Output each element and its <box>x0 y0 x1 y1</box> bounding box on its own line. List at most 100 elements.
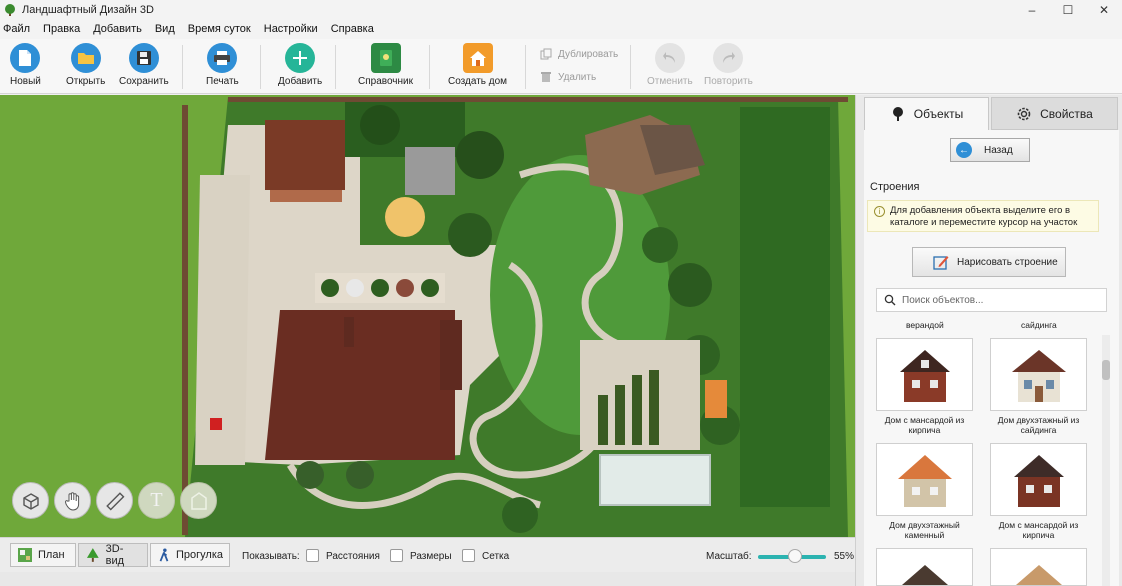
close-button[interactable]: ✕ <box>1086 0 1122 19</box>
catalog-scrollbar[interactable] <box>1102 335 1110 586</box>
toolbar-divider <box>429 45 430 89</box>
duplicate-icon <box>540 48 552 60</box>
menu-help[interactable]: Справка <box>331 23 374 35</box>
catalog-item-caption: Дом двухэтажный из сайдинга <box>997 415 1080 435</box>
save-button[interactable]: Сохранить <box>119 43 169 87</box>
toolbar-divider <box>630 45 631 89</box>
draw-building-label: Нарисовать строение <box>957 256 1058 268</box>
create-house-button[interactable]: Создать дом <box>448 43 507 87</box>
hint-text: Для добавления объекта выделите его в ка… <box>890 205 1078 228</box>
building-icon <box>190 491 207 510</box>
redo-icon <box>713 43 744 73</box>
undo-icon <box>654 43 685 73</box>
catalog-item-caption: Дом двухэтажный каменный <box>889 520 960 540</box>
delete-button[interactable]: Удалить <box>540 71 596 83</box>
text-icon: T <box>150 489 163 511</box>
hint-box: i Для добавления объекта выделите его в … <box>867 200 1099 232</box>
reference-label: Справочник <box>358 76 413 87</box>
house-thumbnail <box>990 548 1087 586</box>
catalog-panel: Объекты Свойства ← Назад Строения i Для … <box>855 95 1122 586</box>
title-bar: Ландшафтный Дизайн 3D – ☐ ✕ <box>0 0 1122 19</box>
pencil-icon <box>933 256 949 270</box>
catalog-item[interactable] <box>990 548 1087 586</box>
distances-checkbox[interactable] <box>306 549 319 562</box>
house-thumbnail <box>876 548 973 586</box>
toolbar-divider <box>182 45 183 89</box>
tree-3d-icon <box>86 548 99 562</box>
undo-button[interactable]: Отменить <box>647 43 693 87</box>
tree-icon <box>892 107 903 121</box>
back-button[interactable]: ← Назад <box>950 138 1030 162</box>
scale-value: 55% <box>834 551 855 562</box>
3d-view-button[interactable]: 3D-вид <box>78 543 148 567</box>
new-label: Новый <box>10 76 41 87</box>
tab-properties[interactable]: Свойства <box>991 97 1118 130</box>
catalog-body: ← Назад Строения i Для добавления объект… <box>864 130 1119 586</box>
menu-settings[interactable]: Настройки <box>264 23 318 35</box>
rotate-view-button[interactable] <box>12 482 49 519</box>
catalog-item-caption: Дом с мансардой из кирпича <box>884 415 965 435</box>
catalog-item[interactable] <box>876 548 973 586</box>
redo-label: Повторить <box>704 76 753 87</box>
tab-objects[interactable]: Объекты <box>864 97 989 130</box>
back-label: Назад <box>984 144 1013 156</box>
reference-button[interactable]: Справочник <box>358 43 413 87</box>
toolbar-divider <box>335 45 336 89</box>
ruler-button[interactable] <box>96 482 133 519</box>
new-button[interactable]: Новый <box>10 43 41 87</box>
draw-building-button[interactable]: Нарисовать строение <box>912 247 1066 277</box>
toolbar-divider <box>260 45 261 89</box>
grid-checkbox[interactable] <box>462 549 475 562</box>
redo-button[interactable]: Повторить <box>704 43 753 87</box>
tab-objects-label: Объекты <box>913 107 964 121</box>
duplicate-label: Дублировать <box>558 48 619 60</box>
plus-icon <box>285 43 316 73</box>
print-button[interactable]: Печать <box>206 43 239 87</box>
minimize-button[interactable]: – <box>1014 0 1050 19</box>
menu-file[interactable]: Файл <box>3 23 30 35</box>
3d-view-label: 3D-вид <box>105 543 125 567</box>
open-label: Открыть <box>66 76 106 87</box>
toolbar: Новый Открыть Сохранить Печать Добавить … <box>0 39 1122 94</box>
house-thumbnail <box>990 443 1087 516</box>
printer-icon <box>207 43 238 73</box>
scale-label: Масштаб: <box>706 551 752 562</box>
toolbar-divider <box>525 45 526 89</box>
catalog-scroll-thumb[interactable] <box>1102 360 1110 380</box>
text-tool-button[interactable]: T <box>138 482 175 519</box>
menu-bar: Файл Правка Добавить Вид Время суток Нас… <box>0 19 1122 39</box>
catalog-caption: сайдинга <box>1021 320 1057 330</box>
catalog-item[interactable]: Дом двухэтажный каменный <box>876 443 973 540</box>
open-button[interactable]: Открыть <box>66 43 105 87</box>
catalog-item[interactable]: Дом с мансардой из кирпича <box>990 443 1087 540</box>
section-title: Строения <box>870 181 920 193</box>
search-box[interactable] <box>876 288 1107 312</box>
search-input[interactable] <box>902 294 1092 306</box>
undo-label: Отменить <box>647 76 693 87</box>
building-tool-button[interactable] <box>180 482 217 519</box>
garden-3d-view[interactable]: T <box>0 95 855 537</box>
add-button[interactable]: Добавить <box>278 43 322 87</box>
walk-view-button[interactable]: Прогулка <box>150 543 230 567</box>
catalog-item[interactable]: Дом двухэтажный из сайдинга <box>990 338 1087 435</box>
maximize-button[interactable]: ☐ <box>1050 0 1086 19</box>
floppy-disk-icon <box>128 43 159 73</box>
info-icon: i <box>874 206 885 217</box>
menu-view[interactable]: Вид <box>155 23 175 35</box>
show-label: Показывать: <box>242 551 300 562</box>
house-icon <box>462 43 493 73</box>
menu-add[interactable]: Добавить <box>93 23 142 35</box>
house-thumbnail <box>876 338 973 411</box>
menu-edit[interactable]: Правка <box>43 23 80 35</box>
garden-scene <box>0 95 855 537</box>
catalog-item[interactable]: Дом с мансардой из кирпича <box>876 338 973 435</box>
window-title: Ландшафтный Дизайн 3D <box>22 3 154 16</box>
plan-view-button[interactable]: План <box>10 543 76 567</box>
menu-time-of-day[interactable]: Время суток <box>188 23 251 35</box>
new-document-icon <box>10 43 41 73</box>
sizes-checkbox[interactable] <box>390 549 403 562</box>
delete-label: Удалить <box>558 71 597 83</box>
pan-button[interactable] <box>54 482 91 519</box>
duplicate-button[interactable]: Дублировать <box>540 48 618 60</box>
scale-slider-thumb[interactable] <box>788 549 802 563</box>
